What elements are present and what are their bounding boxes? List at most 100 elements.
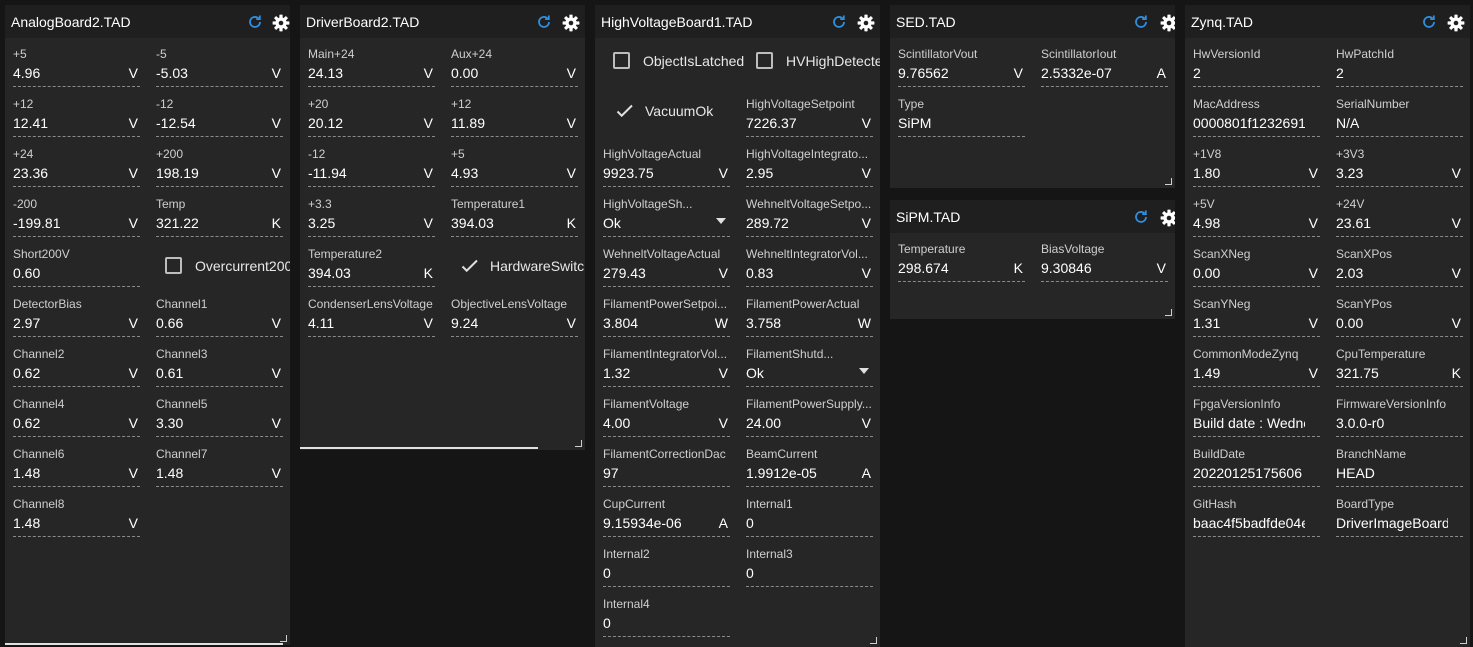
field-value: 4.93 [451,165,479,181]
field-value: 24.00 [746,415,782,431]
field-24v: +24V 23.61 V [1336,196,1463,237]
field-value: HEAD [1336,465,1375,481]
gear-icon[interactable] [1160,14,1175,32]
field-value: 2.03 [1336,265,1364,281]
field-unit: V [128,65,138,81]
resize-grip-icon[interactable] [1460,637,1467,644]
field-wehneltvoltagesetpo: WehneltVoltageSetpo... 289.72 V [746,196,873,237]
field-value: 0 [603,615,611,631]
field-value: 2.97 [13,315,41,331]
chevron-down-icon[interactable] [716,218,726,224]
field-5: -5 -5.03 V [156,46,283,87]
field-unit: V [1013,65,1023,81]
refresh-icon[interactable] [1421,14,1437,30]
field-unit: V [1308,365,1318,381]
field-unit: W [714,315,728,331]
field-label: Internal2 [603,547,650,561]
field-value: 4.98 [1193,215,1221,231]
field-value: 0.62 [13,415,41,431]
field-label: ScintillatorVout [898,47,978,61]
field-unit: V [128,515,138,531]
field-highvoltagesh[interactable]: HighVoltageSh... Ok [603,196,730,237]
field-value: 24.13 [308,65,344,81]
refresh-icon[interactable] [1133,14,1149,30]
field-value: Build date : Wednesday [1193,415,1305,431]
checkbox-label: Overcurrent200 [195,258,290,274]
field-unit: A [718,515,728,531]
gear-icon[interactable] [272,14,290,32]
field-value: 3.23 [1336,165,1364,181]
field-unit: V [128,215,138,231]
field-label: ScanYNeg [1193,297,1251,311]
field-value: 298.674 [898,260,949,276]
field-label: Temperature [898,242,966,256]
field-unit: K [1013,260,1023,276]
refresh-icon[interactable] [247,14,263,30]
checkmark-icon [615,101,635,121]
resize-grip-icon[interactable] [1165,309,1172,316]
panel-title: HighVoltageBoard1.TAD [601,14,753,30]
resize-grip-icon[interactable] [575,440,582,447]
chevron-down-icon[interactable] [859,368,869,374]
field-value: 0.00 [1193,265,1221,281]
scroll-indicator [5,643,283,645]
gear-icon[interactable] [1447,14,1465,32]
field-filamentintegratorvol: FilamentIntegratorVol... 1.32 V [603,346,730,387]
refresh-icon[interactable] [1133,209,1149,225]
field-label: FpgaVersionInfo [1193,397,1281,411]
field-channel1: Channel1 0.66 V [156,296,283,337]
field-main-24: Main+24 24.13 V [308,46,435,87]
panel-title: DriverBoard2.TAD [306,14,420,30]
field-cupcurrent: CupCurrent 9.15934e-06 A [603,496,730,537]
refresh-icon[interactable] [536,14,552,30]
field-3v3: +3V3 3.23 V [1336,146,1463,187]
checkbox-box[interactable] [165,257,182,274]
field-label: Channel2 [13,347,65,361]
field-value: 321.22 [156,215,199,231]
field-unit: V [1308,215,1318,231]
field-unit: K [566,215,576,231]
field-unit: V [423,215,433,231]
field-value: 0000801f12326913 [1193,115,1305,131]
field-label: GitHash [1193,497,1237,511]
field-value: 394.03 [308,265,351,281]
field-scintillatoriout: ScintillatorIout 2.5332e-07 A [1041,46,1168,87]
field-label: CommonModeZynq [1193,347,1299,361]
field-value: 11.89 [451,115,485,131]
refresh-icon[interactable] [831,14,847,30]
field-filamentpoweractual: FilamentPowerActual 3.758 W [746,296,873,337]
field-unit: V [1308,165,1318,181]
panel-header: Zynq.TAD [1185,5,1470,38]
field-unit: A [861,465,871,481]
field-value: 3.0.0-r0 [1336,415,1385,431]
field-branchname: BranchName HEAD [1336,446,1463,487]
resize-grip-icon[interactable] [870,637,877,644]
field-unit: V [718,265,728,281]
resize-grip-icon[interactable] [1165,178,1172,185]
resize-grip-icon[interactable] [280,635,287,642]
field-label: SerialNumber [1336,97,1410,111]
field-unit: K [1451,365,1461,381]
gear-icon[interactable] [857,14,875,32]
field-unit: W [857,315,871,331]
field-value: 20220125175606 [1193,465,1303,481]
field-label: Temperature1 [451,197,526,211]
field-value: 9.30846 [1041,260,1092,276]
field-value: -5.03 [156,65,188,81]
field-unit: V [1451,215,1461,231]
checkbox-box[interactable] [756,52,773,69]
gear-icon[interactable] [1160,209,1175,227]
field-value: 2 [1193,65,1201,81]
field-filamentshutd[interactable]: FilamentShutd... Ok [746,346,873,387]
field-label: -5 [156,47,167,61]
field-label: ScanXPos [1336,247,1393,261]
panel-title: Zynq.TAD [1191,14,1253,30]
checkbox-box[interactable] [613,52,630,69]
field-internal1: Internal1 0 [746,496,873,537]
field-unit: V [566,165,576,181]
field-value: 1.48 [13,465,41,481]
field-cputemperature: CpuTemperature 321.75 K [1336,346,1463,387]
gear-icon[interactable] [562,14,580,32]
field-label: +12 [13,97,34,111]
field-label: WehneltVoltageActual [603,247,721,261]
